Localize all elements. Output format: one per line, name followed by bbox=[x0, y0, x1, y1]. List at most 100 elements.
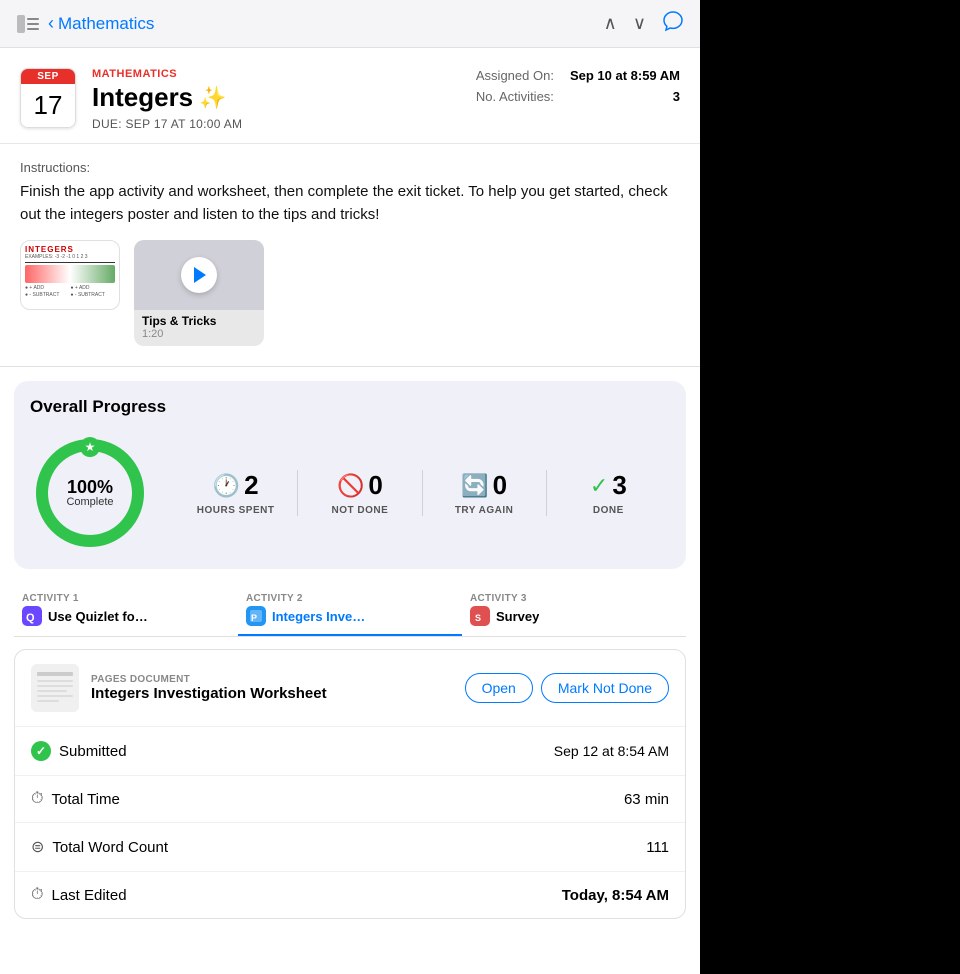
mark-not-done-button[interactable]: Mark Not Done bbox=[541, 673, 669, 703]
sparkle-icon: ✨ bbox=[199, 85, 226, 111]
activity-1-number: ACTIVITY 1 bbox=[22, 593, 79, 604]
video-title: Tips & Tricks bbox=[142, 314, 256, 328]
activity-tab-1[interactable]: ACTIVITY 1 Q Use Quizlet for... bbox=[14, 583, 238, 636]
calendar-icon: SEP 17 bbox=[20, 68, 76, 128]
video-thumbnail bbox=[134, 240, 264, 310]
activity-tab-2[interactable]: ACTIVITY 2 P Integers Investi... bbox=[238, 583, 462, 636]
hours-label: HOURS SPENT bbox=[197, 505, 275, 516]
stat-top: 🚫 0 bbox=[337, 470, 383, 501]
submitted-text: Submitted bbox=[59, 743, 127, 760]
back-label: Mathematics bbox=[58, 14, 154, 34]
progress-content: ★ 100% Complete 🕐 2 HOURS SPENT bbox=[30, 433, 670, 553]
word-count-row: ⊜ Total Word Count 111 bbox=[15, 823, 685, 872]
activity-1-icon: Q bbox=[22, 606, 42, 626]
word-count-value: 111 bbox=[646, 839, 669, 856]
try-again-stat: 🔄 0 TRY AGAIN bbox=[423, 470, 547, 516]
donut-label: Complete bbox=[66, 496, 113, 508]
activity-3-icon: S bbox=[470, 606, 490, 626]
tips-tricks-video[interactable]: Tips & Tricks 1:20 bbox=[134, 240, 264, 346]
attachments: INTEGERS EXAMPLES: -3 -2 -1 0 1 2 3 ● + … bbox=[20, 240, 680, 350]
video-info: Tips & Tricks 1:20 bbox=[134, 310, 264, 346]
integers-poster[interactable]: INTEGERS EXAMPLES: -3 -2 -1 0 1 2 3 ● + … bbox=[20, 240, 120, 310]
try-again-value: 0 bbox=[493, 470, 507, 501]
doc-type: PAGES DOCUMENT bbox=[91, 674, 453, 685]
done-stat: ✓ 3 DONE bbox=[547, 470, 670, 516]
instructions-text: Finish the app activity and worksheet, t… bbox=[20, 181, 680, 226]
not-done-stat: 🚫 0 NOT DONE bbox=[298, 470, 422, 516]
svg-text:P: P bbox=[251, 613, 257, 623]
comment-icon[interactable] bbox=[662, 10, 684, 37]
activities-label: No. Activities: bbox=[476, 89, 554, 104]
sidebar-icon[interactable] bbox=[16, 12, 40, 36]
hours-spent-stat: 🕐 2 HOURS SPENT bbox=[174, 470, 298, 516]
play-button[interactable] bbox=[181, 257, 217, 293]
poster-title: INTEGERS bbox=[25, 245, 115, 254]
header-left: ‹ Mathematics bbox=[16, 12, 154, 36]
subject-label: MATHEMATICS bbox=[92, 68, 460, 80]
total-time-value: 63 min bbox=[624, 791, 669, 808]
open-button[interactable]: Open bbox=[465, 673, 533, 703]
activities-row: No. Activities: 3 bbox=[476, 89, 680, 104]
activities-section: ACTIVITY 1 Q Use Quizlet for... ACTIVITY… bbox=[0, 583, 700, 931]
activity-action-buttons: Open Mark Not Done bbox=[465, 673, 669, 703]
stat-top: 🕐 2 bbox=[213, 470, 259, 501]
assigned-on-row: Assigned On: Sep 10 at 8:59 AM bbox=[476, 68, 680, 83]
activity-2-number: ACTIVITY 2 bbox=[246, 593, 303, 604]
section-divider bbox=[0, 366, 700, 367]
activity-content-card: PAGES DOCUMENT Integers Investigation Wo… bbox=[14, 649, 686, 919]
done-label: DONE bbox=[593, 505, 624, 516]
chevron-up-icon[interactable]: ∧ bbox=[604, 13, 617, 34]
last-edited-label: Last Edited bbox=[51, 887, 126, 904]
detail-left: ⊜ Total Word Count bbox=[31, 837, 168, 857]
submitted-left: ✓ Submitted bbox=[31, 741, 127, 761]
done-value: 3 bbox=[612, 470, 626, 501]
hours-value: 2 bbox=[244, 470, 258, 501]
calendar-day: 17 bbox=[21, 84, 75, 127]
clock-icon: 🕐 bbox=[213, 473, 240, 499]
activity-tab-3[interactable]: ACTIVITY 3 S Survey bbox=[462, 583, 686, 636]
word-count-label: Total Word Count bbox=[52, 839, 168, 856]
svg-text:Q: Q bbox=[26, 612, 35, 624]
donut-center: 100% Complete bbox=[66, 478, 113, 508]
assignment-meta: Assigned On: Sep 10 at 8:59 AM No. Activ… bbox=[476, 68, 680, 104]
chevron-down-icon[interactable]: ∨ bbox=[633, 13, 646, 34]
last-edited-value: Today, 8:54 AM bbox=[562, 887, 669, 904]
activity-2-icon: P bbox=[246, 606, 266, 626]
done-checkmark-icon: ✓ bbox=[590, 473, 608, 499]
try-again-icon: 🔄 bbox=[461, 473, 488, 499]
progress-title: Overall Progress bbox=[30, 397, 670, 417]
assignment-title: Integers ✨ bbox=[92, 82, 460, 113]
submitted-check-icon: ✓ bbox=[31, 741, 51, 761]
instructions-label: Instructions: bbox=[20, 160, 680, 175]
activity-tab-row: P Integers Investi... bbox=[246, 606, 372, 626]
not-done-value: 0 bbox=[368, 470, 382, 501]
right-panel bbox=[700, 0, 960, 974]
play-triangle-icon bbox=[194, 267, 206, 283]
assignment-title-text: Integers bbox=[92, 82, 193, 113]
activity-2-name: Integers Investi... bbox=[272, 609, 372, 624]
assignment-card: SEP 17 MATHEMATICS Integers ✨ DUE: SEP 1… bbox=[0, 48, 700, 144]
activity-1-name: Use Quizlet for... bbox=[48, 609, 148, 624]
header-actions: ∧ ∨ bbox=[604, 10, 684, 37]
activity-doc-info: PAGES DOCUMENT Integers Investigation Wo… bbox=[91, 674, 453, 702]
back-chevron-icon: ‹ bbox=[48, 13, 54, 34]
svg-text:★: ★ bbox=[85, 440, 96, 454]
clock-icon: ⏱ bbox=[31, 790, 43, 808]
detail-left: ⏱ Total Time bbox=[31, 790, 120, 808]
progress-donut: ★ 100% Complete bbox=[30, 433, 150, 553]
stat-top: 🔄 0 bbox=[461, 470, 507, 501]
back-button[interactable]: ‹ Mathematics bbox=[48, 13, 154, 34]
activity-tab-row: S Survey bbox=[470, 606, 539, 626]
stat-top: ✓ 3 bbox=[590, 470, 627, 501]
not-done-label: NOT DONE bbox=[331, 505, 388, 516]
activity-thumbnail bbox=[31, 664, 79, 712]
assignment-info: MATHEMATICS Integers ✨ DUE: SEP 17 AT 10… bbox=[92, 68, 460, 131]
instructions-section: Instructions: Finish the app activity an… bbox=[0, 144, 700, 366]
detail-left: ⏱ Last Edited bbox=[31, 886, 127, 904]
activity-doc-header: PAGES DOCUMENT Integers Investigation Wo… bbox=[15, 650, 685, 727]
activity-tab-row: Q Use Quizlet for... bbox=[22, 606, 148, 626]
word-count-icon: ⊜ bbox=[31, 837, 44, 857]
assigned-on-value: Sep 10 at 8:59 AM bbox=[570, 68, 680, 83]
doc-name: Integers Investigation Worksheet bbox=[91, 685, 453, 702]
calendar-month: SEP bbox=[21, 69, 75, 84]
